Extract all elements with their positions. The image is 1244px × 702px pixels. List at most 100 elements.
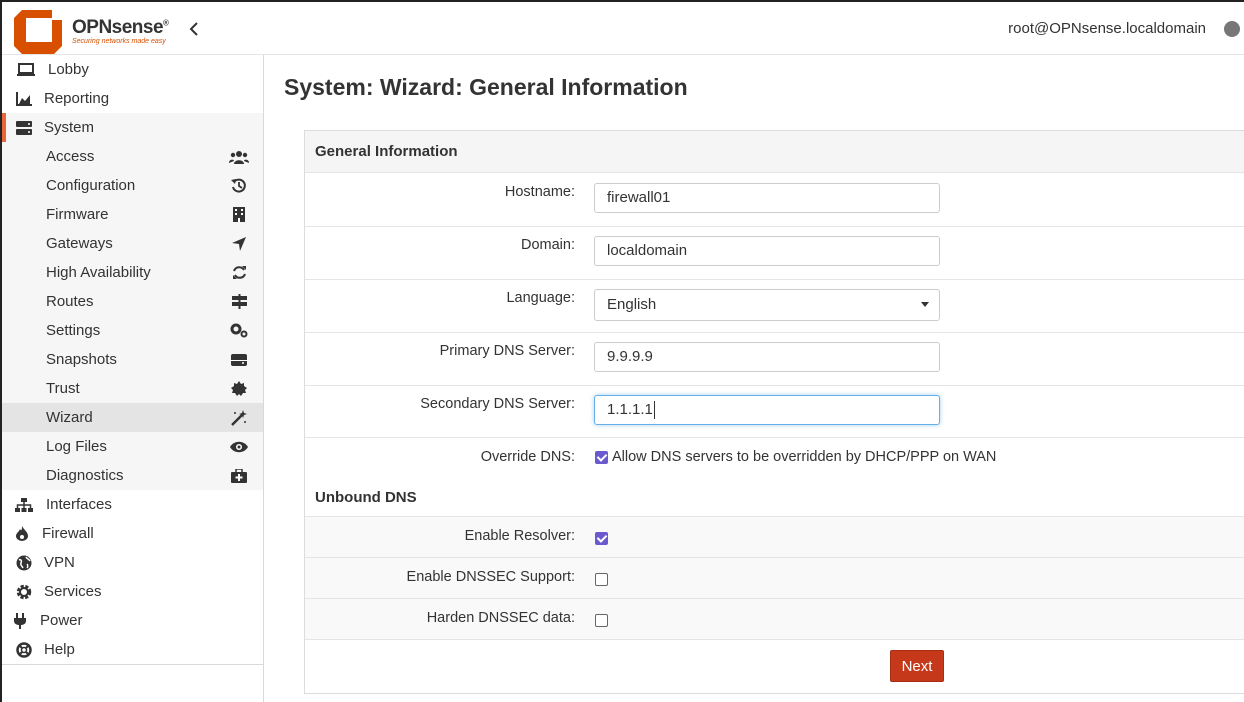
language-selected-value: English (607, 296, 657, 313)
eye-icon (229, 438, 249, 456)
sidebar-label: Access (46, 148, 95, 165)
sidebar-item-gateways[interactable]: Gateways (2, 229, 263, 258)
sidebar-item-high-availability[interactable]: High Availability (2, 258, 263, 287)
sidebar-item-firmware[interactable]: Firmware (2, 200, 263, 229)
sidebar-item-diagnostics[interactable]: Diagnostics (2, 461, 263, 490)
sidebar-label: Settings (46, 322, 101, 339)
harden-dnssec-label: Harden DNSSEC data: (426, 610, 575, 626)
brand-registered-mark: ® (163, 18, 169, 28)
sidebar-item-trust[interactable]: Trust (2, 374, 263, 403)
sidebar-item-services[interactable]: Services (2, 577, 263, 606)
row-enable-resolver: Enable Resolver: (305, 517, 1244, 558)
sidebar-label: Configuration (46, 177, 136, 194)
sitemap-icon (12, 496, 36, 514)
sidebar-item-settings[interactable]: Settings (2, 316, 263, 345)
hostname-label: Hostname: (504, 184, 575, 200)
override-dns-text: Allow DNS servers to be overridden by DH… (612, 449, 997, 465)
hostname-input[interactable]: firewall01 (594, 183, 940, 213)
chevron-left-icon[interactable] (186, 19, 202, 39)
enable-resolver-checkbox[interactable] (595, 532, 608, 545)
sidebar-label: Services (44, 583, 102, 600)
server-icon (12, 119, 36, 137)
magic-wand-icon (229, 409, 249, 427)
language-select[interactable]: English (594, 289, 940, 321)
user-menu[interactable]: root@OPNsense.localdomain (1008, 20, 1206, 37)
sidebar: Lobby Reporting System Access Configurat… (2, 55, 264, 702)
sidebar-label: Power (40, 612, 83, 629)
sidebar-item-system[interactable]: System (2, 113, 263, 142)
secondary-dns-value: 1.1.1.1 (607, 401, 653, 418)
row-enable-dnssec: Enable DNSSEC Support: (305, 558, 1244, 599)
enable-resolver-label: Enable Resolver: (464, 528, 575, 544)
sidebar-item-log-files[interactable]: Log Files (2, 432, 263, 461)
sidebar-label: Snapshots (46, 351, 117, 368)
sidebar-label: VPN (44, 554, 75, 571)
signs-icon (229, 293, 249, 311)
sidebar-divider (2, 664, 263, 665)
opnsense-logo[interactable] (14, 6, 64, 54)
sidebar-label: Interfaces (46, 496, 112, 513)
language-label: Language: (506, 290, 575, 306)
sidebar-label: Wizard (46, 409, 93, 426)
brand-name: OPNsense® (72, 17, 169, 38)
sidebar-item-power[interactable]: Power (2, 606, 263, 635)
row-language: Language: English (305, 279, 1244, 333)
location-arrow-icon (229, 235, 249, 253)
primary-dns-input[interactable]: 9.9.9.9 (594, 342, 940, 372)
row-hostname: Hostname: firewall01 (305, 173, 1244, 227)
area-chart-icon (12, 90, 36, 108)
sidebar-item-interfaces[interactable]: Interfaces (2, 490, 263, 519)
hdd-icon (229, 351, 249, 369)
override-dns-checkbox[interactable] (595, 451, 608, 464)
harden-dnssec-checkbox[interactable] (595, 614, 608, 627)
sidebar-item-vpn[interactable]: VPN (2, 548, 263, 577)
sidebar-item-snapshots[interactable]: Snapshots (2, 345, 263, 374)
row-override-dns: Override DNS: Allow DNS servers to be ov… (305, 437, 1244, 479)
section-general-information: General Information (305, 131, 1244, 173)
refresh-icon (229, 264, 249, 282)
section-unbound-dns: Unbound DNS (305, 478, 1244, 517)
life-ring-icon (12, 641, 36, 659)
sidebar-label: Log Files (46, 438, 107, 455)
page-title: System: Wizard: General Information (284, 74, 688, 100)
sidebar-item-help[interactable]: Help (2, 635, 263, 664)
sidebar-item-firewall[interactable]: Firewall (2, 519, 263, 548)
users-icon (229, 148, 249, 166)
enable-dnssec-checkbox[interactable] (595, 573, 608, 586)
user-status-icon[interactable] (1224, 21, 1240, 37)
sidebar-item-lobby[interactable]: Lobby (2, 55, 263, 84)
override-dns-label: Override DNS: (480, 449, 575, 465)
sidebar-label: Firewall (42, 525, 94, 542)
sidebar-label: Lobby (48, 61, 89, 78)
sidebar-item-reporting[interactable]: Reporting (2, 84, 263, 113)
sidebar-label: Routes (46, 293, 94, 310)
primary-dns-label: Primary DNS Server: (439, 343, 575, 359)
cogs-icon (229, 322, 249, 340)
section-title: Unbound DNS (315, 489, 417, 506)
sidebar-label: Gateways (46, 235, 113, 252)
domain-label: Domain: (521, 237, 575, 253)
sidebar-item-routes[interactable]: Routes (2, 287, 263, 316)
sidebar-label: Firmware (46, 206, 109, 223)
sidebar-label: Help (44, 641, 75, 658)
row-secondary-dns: Secondary DNS Server: 1.1.1.1 (305, 385, 1244, 438)
row-harden-dnssec: Harden DNSSEC data: (305, 599, 1244, 640)
sidebar-label: High Availability (46, 264, 151, 281)
globe-icon (12, 554, 36, 572)
history-icon (229, 177, 249, 195)
building-icon (229, 206, 249, 224)
sidebar-label: System (44, 119, 95, 136)
sidebar-label: Trust (46, 380, 80, 397)
sidebar-item-configuration[interactable]: Configuration (2, 171, 263, 200)
next-button[interactable]: Next (890, 650, 944, 682)
section-title: General Information (315, 143, 458, 160)
laptop-icon (14, 61, 38, 79)
secondary-dns-input[interactable]: 1.1.1.1 (594, 395, 940, 425)
text-cursor (653, 401, 655, 420)
sidebar-item-access[interactable]: Access (2, 142, 263, 171)
sidebar-label: Reporting (44, 90, 110, 107)
cog-icon (12, 583, 36, 601)
domain-input[interactable]: localdomain (594, 236, 940, 266)
enable-dnssec-label: Enable DNSSEC Support: (406, 569, 575, 585)
sidebar-item-wizard[interactable]: Wizard (2, 403, 263, 432)
